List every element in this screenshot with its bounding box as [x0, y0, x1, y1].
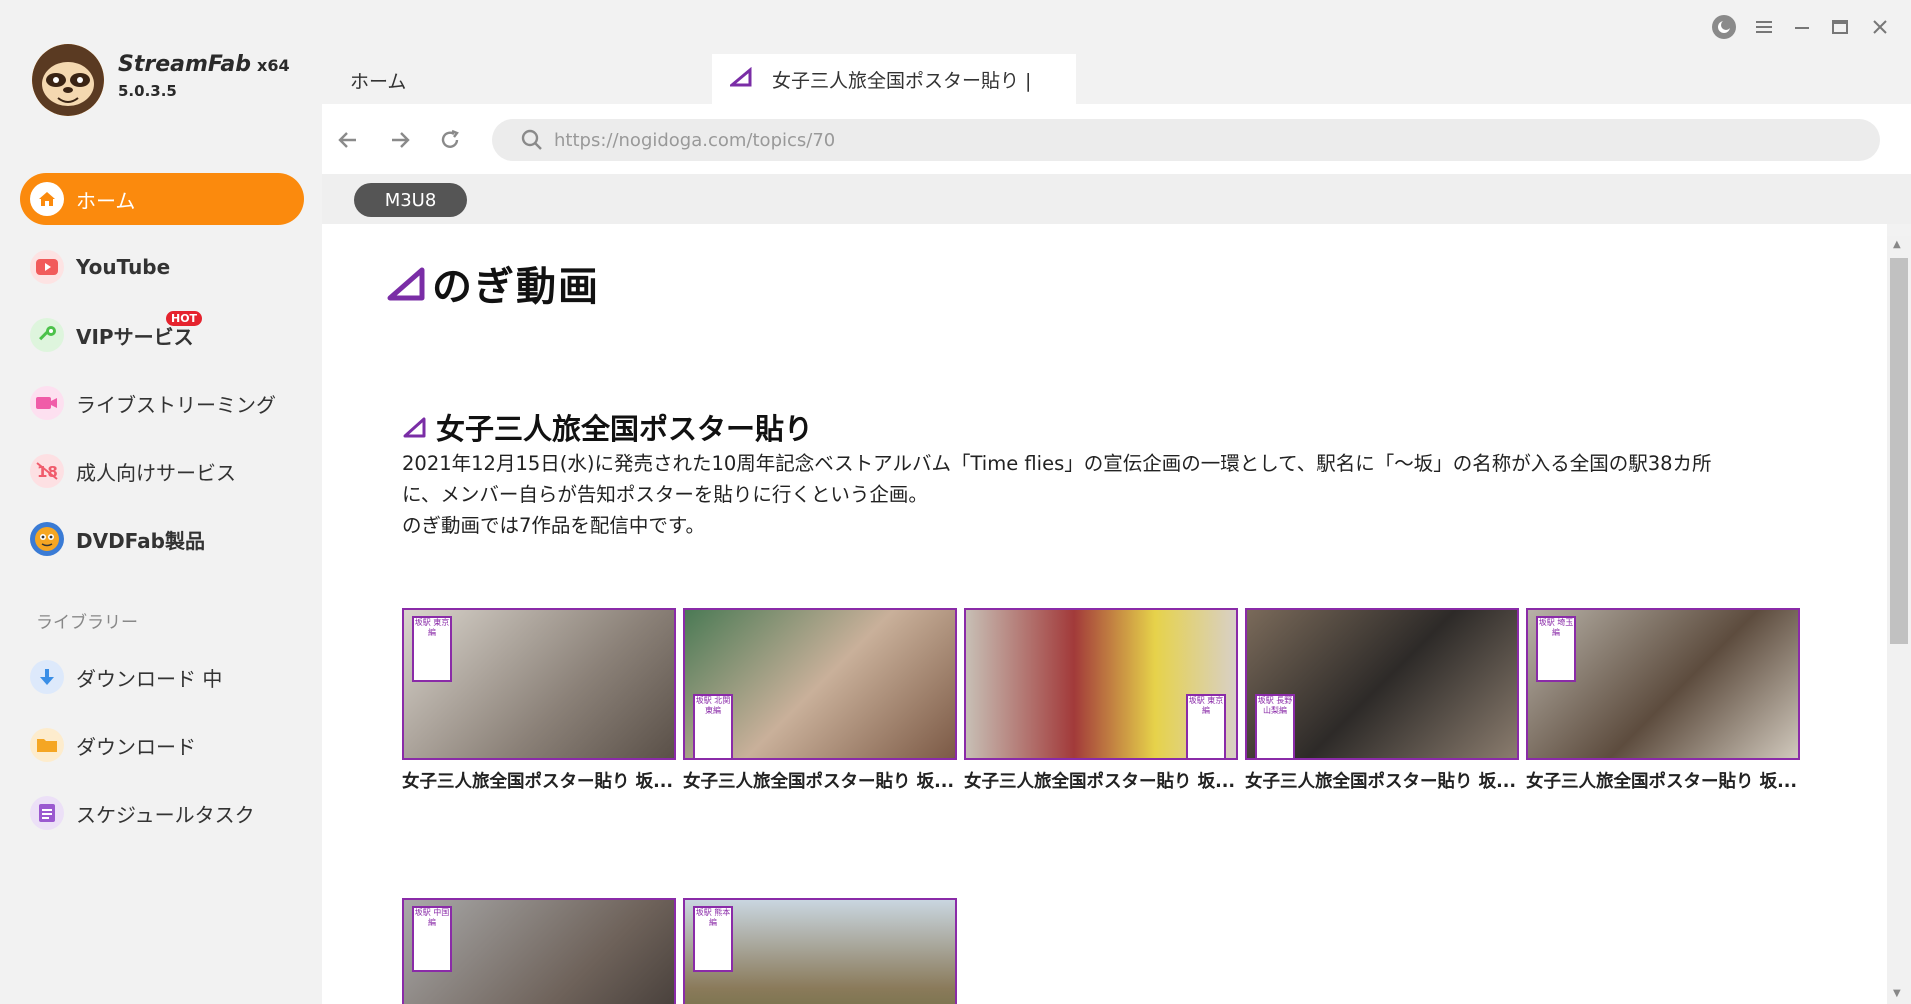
streamfab-logo [32, 44, 104, 116]
sidebar-item-schedule[interactable]: スケジュールタスク [20, 787, 304, 839]
sidebar-item-label: ホーム [76, 188, 136, 213]
m3u8-button[interactable]: M3U8 [354, 183, 467, 217]
video-card[interactable]: 坂駅 長野山梨編 女子三人旅全国ポスター貼り 坂... [1245, 608, 1519, 793]
site-logo-text: のぎ動画 [432, 264, 600, 310]
library-header: ライブラリー [36, 613, 138, 633]
sidebar-item-home[interactable]: ホーム [20, 173, 304, 225]
thumbnail-badge: 坂駅 熊本編 [693, 906, 733, 972]
sidebar-item-label: ライブストリーミング [76, 392, 276, 417]
tab-nogidoga[interactable]: 女子三人旅全国ポスター貼り | [712, 54, 1076, 104]
theme-icon[interactable] [1708, 14, 1740, 40]
dvdfab-icon [30, 522, 64, 556]
youtube-icon [30, 250, 64, 284]
m3u8-bar [322, 174, 1911, 224]
video-card[interactable]: 坂駅 埼玉編 女子三人旅全国ポスター貼り 坂... [1526, 608, 1800, 793]
home-icon [30, 182, 64, 216]
sidebar-item-youtube[interactable]: YouTube [20, 241, 304, 293]
page-title: 女子三人旅全国ポスター貼り [436, 412, 814, 446]
sidebar-item-dvdfab[interactable]: DVDFab製品 [20, 513, 304, 565]
minimize-icon[interactable] [1786, 14, 1818, 40]
description: 2021年12月15日(水)に発売された10周年記念ベストアルバム「Time f… [402, 448, 1782, 541]
scroll-down-icon[interactable]: ▼ [1893, 988, 1901, 999]
video-thumbnail: 坂駅 長野山梨編 [1245, 608, 1519, 760]
adult-18-icon: 18 [30, 454, 64, 488]
video-thumbnail: 坂駅 埼玉編 [1526, 608, 1800, 760]
back-arrow-icon[interactable] [334, 126, 362, 154]
refresh-icon[interactable] [436, 126, 464, 154]
url-bar[interactable]: https://nogidoga.com/topics/70 [492, 119, 1880, 161]
video-thumbnail: 坂駅 東京編 [402, 608, 676, 760]
scrollbar-thumb[interactable] [1890, 258, 1908, 644]
video-card[interactable]: 坂駅 東京編 女子三人旅全国ポスター貼り 坂... [402, 608, 676, 793]
video-caption: 女子三人旅全国ポスター貼り 坂... [683, 772, 955, 792]
video-card[interactable]: 坂駅 中国編 [402, 898, 676, 1004]
nogidoga-favicon-icon [727, 66, 754, 91]
close-icon[interactable] [1864, 14, 1896, 40]
url-text: https://nogidoga.com/topics/70 [554, 129, 836, 151]
menu-icon[interactable] [1748, 14, 1780, 40]
sidebar-item-label: YouTube [76, 255, 171, 279]
tab-label: ホーム [350, 70, 407, 93]
video-thumbnail: 坂駅 中国編 [402, 898, 676, 1004]
nogidoga-logo-icon [387, 267, 425, 301]
folder-icon [30, 728, 64, 762]
hot-badge: HOT [166, 311, 203, 326]
app-version: 5.0.3.5 [118, 82, 177, 100]
sidebar-item-label: ダウンロード 中 [76, 666, 223, 691]
site-logo[interactable]: のぎ動画 [386, 254, 600, 312]
schedule-list-icon [30, 796, 64, 830]
app-arch: x64 [257, 56, 290, 75]
video-card[interactable]: 坂駅 熊本編 [683, 898, 957, 1004]
description-line: に、メンバー自らが告知ポスターを貼りに行くという企画。 [402, 483, 928, 506]
description-line: のぎ動画では7作品を配信中です。 [402, 514, 705, 537]
video-caption: 女子三人旅全国ポスター貼り 坂... [402, 772, 674, 792]
sidebar-item-downloaded[interactable]: ダウンロード [20, 719, 304, 771]
video-card[interactable]: 坂駅 東京編 女子三人旅全国ポスター貼り 坂... [964, 608, 1238, 793]
maximize-icon[interactable] [1824, 14, 1856, 40]
sidebar-item-label: スケジュールタスク [76, 802, 255, 827]
video-thumbnail: 坂駅 熊本編 [683, 898, 957, 1004]
sidebar-item-downloading[interactable]: ダウンロード 中 [20, 651, 304, 703]
video-thumbnail: 坂駅 北関東編 [683, 608, 957, 760]
video-caption: 女子三人旅全国ポスター貼り 坂... [1245, 772, 1517, 792]
sidebar-item-label: DVDFab製品 [76, 528, 205, 553]
sidebar: StreamFab x64 5.0.3.5 ホーム YouTube VIPサービス… [0, 0, 322, 1004]
video-caption: 女子三人旅全国ポスター貼り 坂... [1526, 772, 1798, 792]
section-title-icon [403, 417, 426, 438]
forward-arrow-icon[interactable] [386, 126, 414, 154]
sidebar-item-live-streaming[interactable]: ライブストリーミング [20, 377, 304, 429]
tab-home[interactable]: ホーム [322, 56, 712, 104]
key-icon [30, 318, 64, 352]
video-thumbnail: 坂駅 東京編 [964, 608, 1238, 760]
video-caption: 女子三人旅全国ポスター貼り 坂... [964, 772, 1236, 792]
sidebar-item-label: 成人向けサービス [76, 460, 236, 485]
search-icon [520, 128, 544, 152]
description-line: 2021年12月15日(水)に発売された10周年記念ベストアルバム「Time f… [402, 452, 1712, 475]
thumbnail-badge: 坂駅 中国編 [412, 906, 452, 972]
sidebar-item-vip[interactable]: VIPサービス HOT [20, 309, 304, 361]
scroll-up-icon[interactable]: ▲ [1893, 239, 1901, 250]
sidebar-item-adult[interactable]: 18 成人向けサービス [20, 445, 304, 497]
video-card[interactable]: 坂駅 北関東編 女子三人旅全国ポスター貼り 坂... [683, 608, 957, 793]
download-arrow-icon [30, 660, 64, 694]
thumbnail-badge: 坂駅 東京編 [1186, 694, 1226, 758]
thumbnail-badge: 坂駅 長野山梨編 [1255, 694, 1295, 758]
thumbnail-badge: 坂駅 埼玉編 [1536, 616, 1576, 682]
thumbnail-badge: 坂駅 北関東編 [693, 694, 733, 758]
app-name: StreamFab [118, 52, 251, 77]
video-camera-icon [30, 386, 64, 420]
web-content: のぎ動画 女子三人旅全国ポスター貼り 2021年12月15日(水)に発売された1… [322, 224, 1887, 1004]
sidebar-item-label: ダウンロード [76, 734, 196, 759]
tab-label: 女子三人旅全国ポスター貼り | [772, 69, 1032, 92]
thumbnail-badge: 坂駅 東京編 [412, 616, 452, 682]
